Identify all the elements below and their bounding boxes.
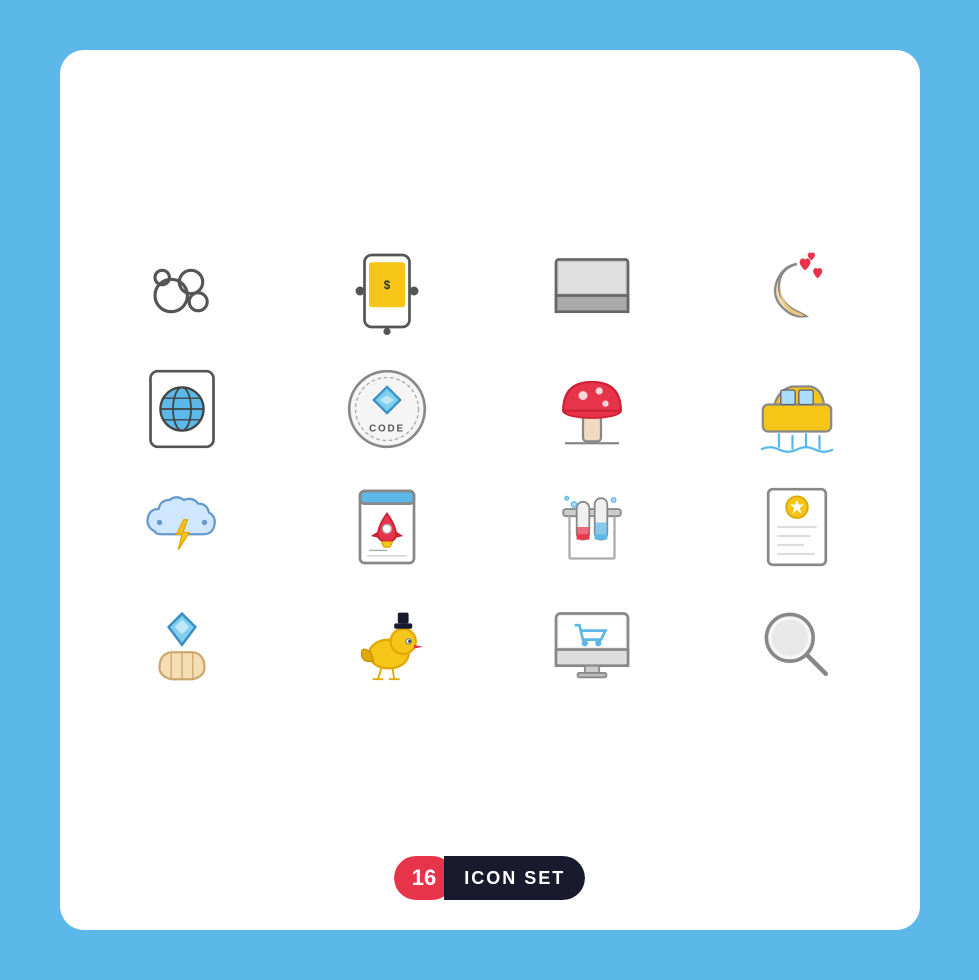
icon-invoice-doc — [715, 482, 880, 572]
icon-code-badge: CODE — [305, 364, 470, 454]
icon-bird — [305, 600, 470, 690]
icon-moon-love — [715, 246, 880, 336]
icon-flood-car — [715, 364, 880, 454]
icons-grid: $ — [100, 90, 880, 846]
badge-label: ICON SET — [444, 856, 585, 900]
svg-text:$: $ — [384, 279, 391, 292]
icon-bubbles — [100, 246, 265, 336]
svg-text:CODE: CODE — [369, 424, 405, 435]
icon-online-shop — [510, 600, 675, 690]
icon-lab-tubes — [510, 482, 675, 572]
icon-diamond-hand — [100, 600, 265, 690]
badge: 16 ICON SET — [394, 856, 586, 900]
card: $ — [60, 50, 920, 930]
icon-taxi-app: $ — [305, 246, 470, 336]
icon-search — [715, 600, 880, 690]
icon-globe-app — [100, 364, 265, 454]
icon-storm-brain — [100, 482, 265, 572]
icon-monitor — [510, 246, 675, 336]
icon-startup-doc — [305, 482, 470, 572]
icon-mushroom — [510, 364, 675, 454]
